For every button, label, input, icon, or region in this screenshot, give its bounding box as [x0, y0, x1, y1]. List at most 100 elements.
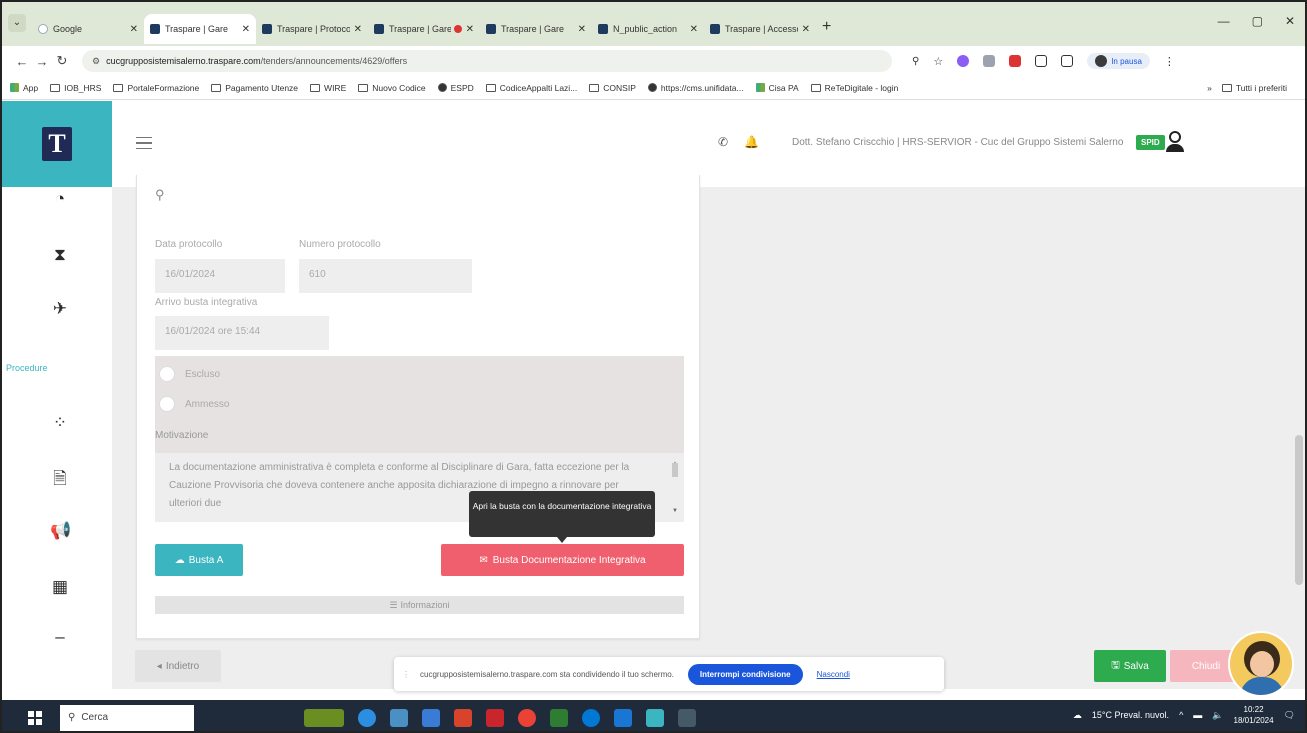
bookmark-folder[interactable]: CodiceAppalti Lazi... [485, 83, 577, 93]
extensions-puzzle-icon[interactable] [1035, 55, 1048, 67]
forward-arrow-icon[interactable]: → [32, 54, 52, 69]
close-icon[interactable]: ✕ [466, 24, 474, 35]
weather-text[interactable]: 15°C Preval. nuvol. [1092, 710, 1169, 720]
close-icon[interactable]: ✕ [242, 24, 250, 35]
new-tab-button[interactable]: + [822, 18, 831, 36]
tab-google[interactable]: Google ✕ [32, 14, 144, 44]
radio-ammesso[interactable]: Ammesso [159, 396, 229, 412]
assistant-avatar[interactable] [1228, 631, 1294, 697]
tab-traspare-protocollo[interactable]: Traspare | Protocollo ✕ [256, 14, 368, 44]
radio-circle[interactable] [159, 366, 175, 382]
document-icon[interactable]: 🗎 [50, 469, 70, 489]
bookmark-link[interactable]: ESPD [437, 83, 474, 93]
tab-search-icon[interactable]: ⌄ [8, 14, 26, 32]
close-icon[interactable]: ✕ [578, 24, 586, 35]
scroll-down-icon[interactable]: ▼ [672, 502, 678, 520]
page-scrollbar[interactable] [1295, 435, 1303, 585]
mail-icon[interactable] [422, 708, 440, 727]
bookmark-app[interactable]: App [10, 83, 38, 93]
tab-traspare-gare-active[interactable]: Traspare | Gare ✕ [144, 14, 256, 44]
tab-public-action[interactable]: N_public_action ✕ [592, 14, 704, 44]
hamburger-menu-icon[interactable] [136, 137, 152, 149]
close-icon[interactable]: ✕ [802, 24, 810, 35]
minus-icon[interactable]: – [50, 627, 70, 647]
site-info-icon[interactable]: ⚙ [92, 56, 100, 67]
clock[interactable]: 10:22 18/01/2024 [1234, 704, 1274, 726]
bookmark-folder[interactable]: Nuovo Codice [358, 83, 426, 93]
calculator-icon[interactable]: ▦ [50, 577, 70, 597]
explorer-icon[interactable] [550, 708, 568, 727]
star-icon[interactable]: ☆ [933, 55, 943, 68]
tab-traspare-gare-2[interactable]: Traspare | Gare ✕ [480, 14, 592, 44]
profile-button[interactable]: In pausa [1087, 53, 1150, 69]
bookmark-link[interactable]: ReTeDigitale - login [810, 83, 898, 93]
close-icon[interactable]: ✕ [354, 24, 362, 35]
side-panel-icon[interactable] [1061, 55, 1074, 67]
windows-start-icon[interactable] [28, 710, 42, 725]
app-icon[interactable] [486, 708, 504, 727]
dashboard-icon[interactable]: ◔ [50, 189, 70, 209]
numero-protocollo-field[interactable]: 610 [299, 259, 472, 293]
phone-icon[interactable]: ✆ [718, 135, 728, 149]
spinner-icon[interactable]: ⁘ [50, 413, 70, 433]
data-protocollo-field[interactable]: 16/01/2024 [155, 259, 285, 293]
menu-kebab-icon[interactable]: ⋮ [1164, 55, 1175, 68]
busta-documentazione-integrativa-button[interactable]: ✉ Busta Documentazione Integrativa [441, 544, 684, 576]
bookmark-folder[interactable]: Pagamento Utenze [211, 83, 298, 93]
bookmark-folder[interactable]: PortaleFormazione [113, 83, 199, 93]
chrome-icon[interactable] [518, 708, 536, 727]
maximize-icon[interactable]: ▢ [1252, 14, 1263, 28]
radio-circle[interactable] [159, 396, 175, 412]
busta-a-button[interactable]: ☁ Busta A [155, 544, 243, 576]
bell-icon[interactable]: 🔔 [744, 135, 759, 149]
textarea-scrollbar[interactable] [672, 463, 678, 477]
back-arrow-icon[interactable]: ← [12, 54, 32, 69]
office-icon[interactable] [454, 708, 472, 727]
bookmark-folder[interactable]: CONSIP [589, 83, 636, 93]
close-icon[interactable]: ✕ [690, 24, 698, 35]
bookmark-folder[interactable]: IOB_HRS [50, 83, 101, 93]
stop-sharing-button[interactable]: Interrompi condivisione [687, 663, 803, 685]
informazioni-button[interactable]: ☰ Informazioni [155, 596, 684, 614]
save-button[interactable]: 🖫 Salva [1094, 650, 1166, 682]
sidebar-item-procedure[interactable]: Procedure [6, 363, 96, 373]
back-button[interactable]: ◂ Indietro [135, 650, 221, 682]
extension-icon[interactable] [983, 55, 996, 67]
tab-traspare-accesso[interactable]: Traspare | Accesso ✕ [704, 14, 816, 44]
zoom-icon[interactable]: ⚲ [912, 56, 919, 67]
weather-icon[interactable]: ☁ [1073, 710, 1082, 721]
task-view-icon[interactable] [390, 708, 408, 727]
network-icon[interactable]: ▬ [1193, 710, 1202, 720]
widget-icon[interactable] [304, 708, 344, 727]
notification-icon[interactable]: 🗨 [1284, 710, 1295, 721]
traspare-app-icon[interactable] [646, 708, 664, 727]
send-icon[interactable]: ✈ [50, 299, 70, 319]
bookmark-link[interactable]: Cisa PA [755, 83, 799, 93]
app-icon[interactable] [678, 708, 696, 727]
volume-icon[interactable]: 🔈 [1212, 710, 1223, 721]
megaphone-icon[interactable]: 📢 [50, 521, 71, 541]
edge-icon[interactable] [582, 708, 600, 727]
drag-handle-icon[interactable]: ⋮ [402, 670, 410, 679]
copilot-icon[interactable] [358, 708, 376, 727]
reload-icon[interactable]: ↻ [52, 53, 72, 69]
minimize-icon[interactable]: — [1218, 14, 1230, 28]
bookmark-link[interactable]: https://cms.unifidata... [647, 83, 744, 93]
radio-escluso[interactable]: Escluso [159, 366, 220, 382]
traspare-logo[interactable]: T [2, 101, 112, 187]
tray-chevron-icon[interactable]: ^ [1179, 710, 1183, 720]
bookmark-folder[interactable]: WIRE [310, 83, 346, 93]
extension-icon[interactable] [957, 55, 970, 67]
more-bookmarks-icon[interactable]: » [1207, 83, 1212, 93]
close-window-icon[interactable]: ✕ [1285, 14, 1295, 28]
address-bar[interactable]: ⚙ cucgrupposistemisalerno.traspare.com/t… [82, 50, 892, 72]
all-bookmarks-folder[interactable]: Tutti i preferiti [1221, 83, 1287, 93]
extension-icon[interactable] [1009, 55, 1022, 67]
store-icon[interactable] [614, 708, 632, 727]
hide-link[interactable]: Nascondi [817, 670, 850, 679]
taskbar-search[interactable]: ⚲ Cerca [60, 704, 194, 731]
hourglass-icon[interactable]: ⧗ [50, 245, 70, 265]
user-avatar-icon[interactable] [1166, 131, 1184, 153]
arrivo-busta-field[interactable]: 16/01/2024 ore 15:44 [155, 316, 329, 350]
close-icon[interactable]: ✕ [130, 24, 138, 35]
